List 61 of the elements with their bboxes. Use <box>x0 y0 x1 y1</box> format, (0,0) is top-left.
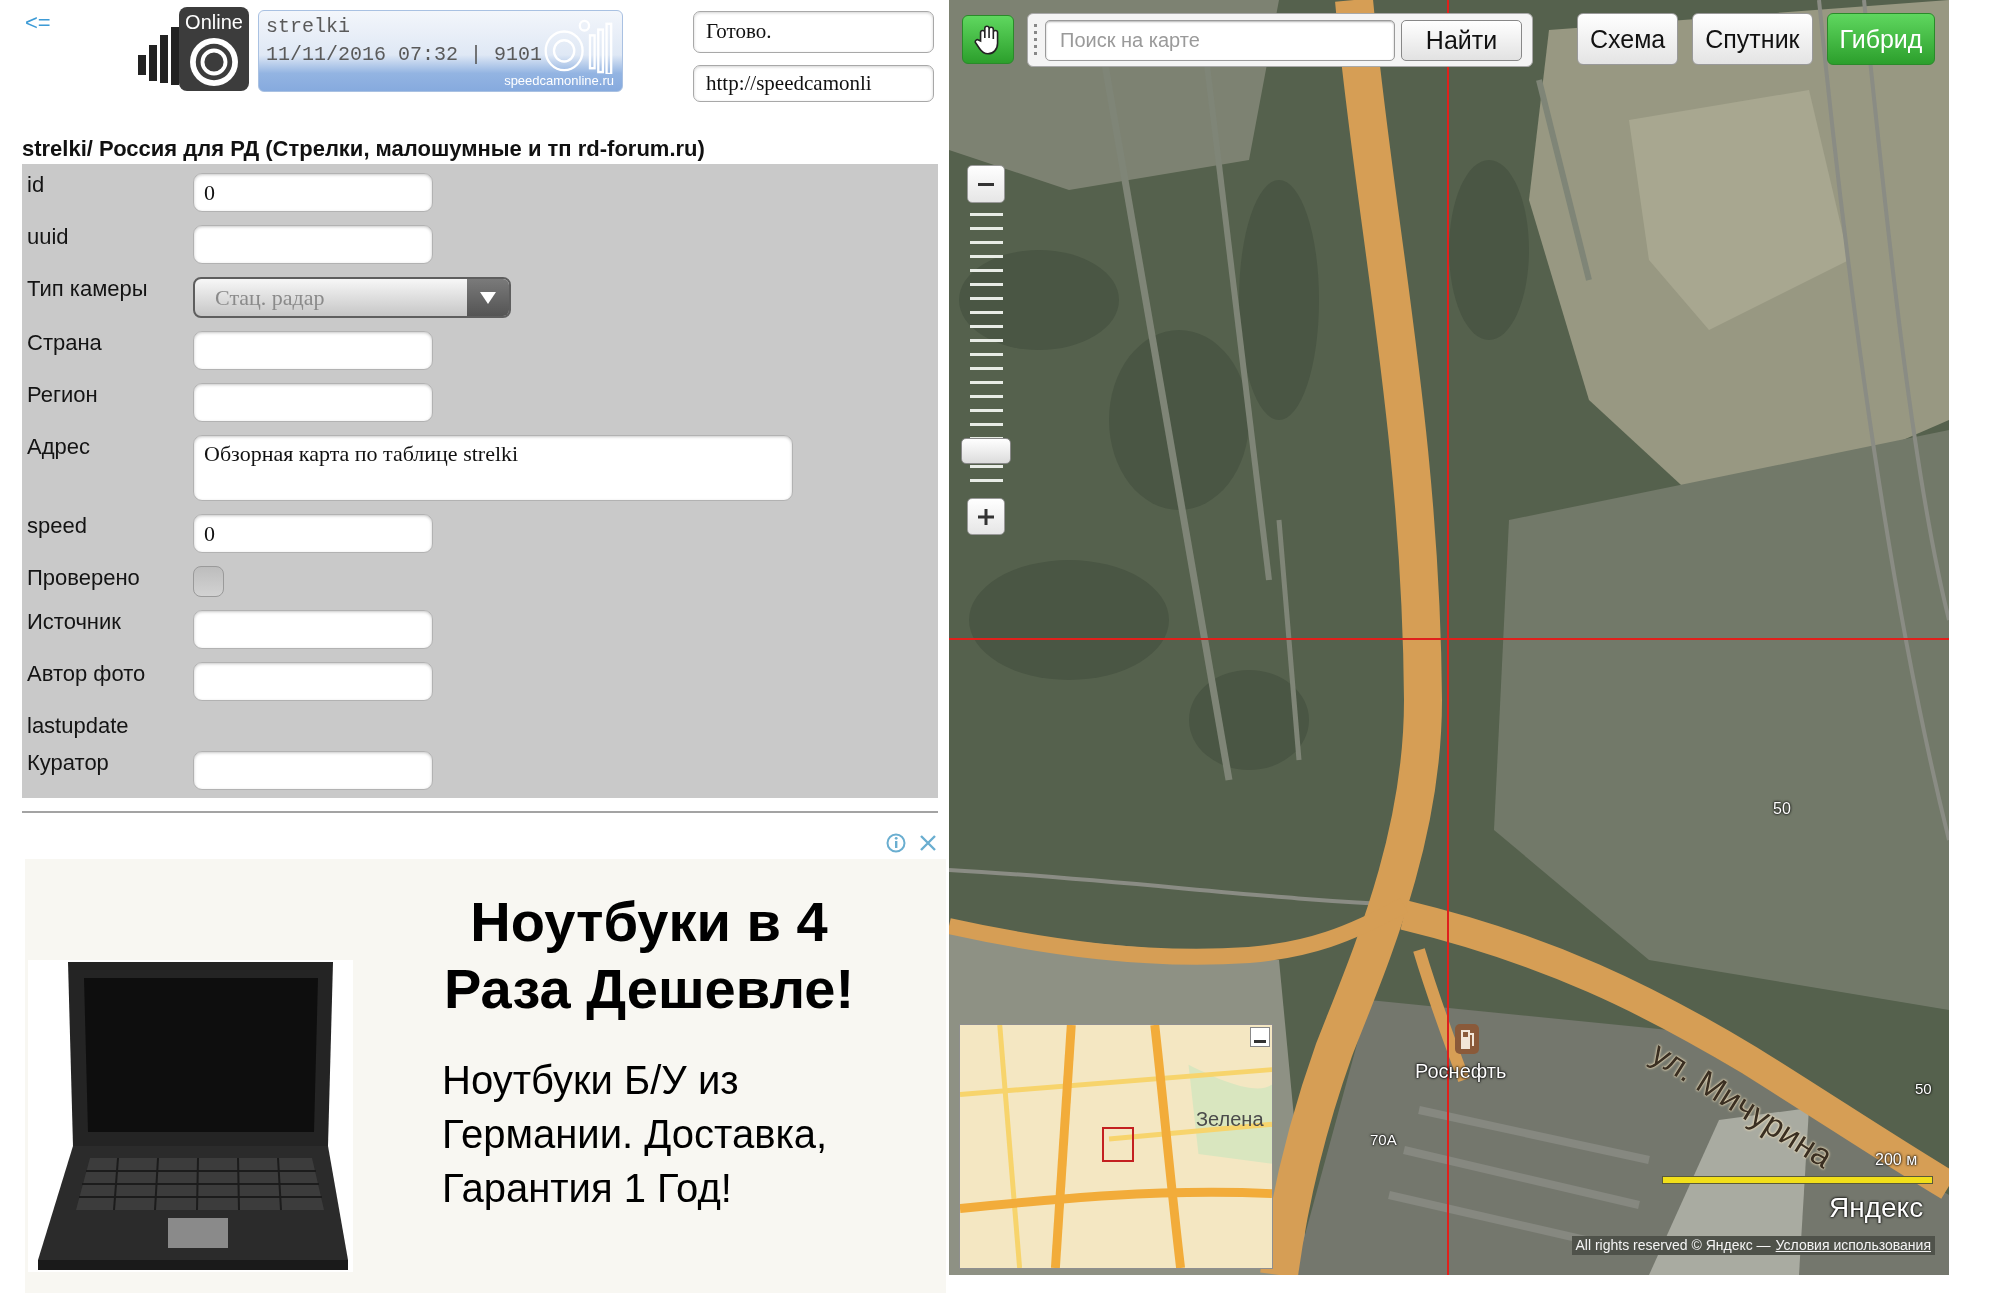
textarea-field[interactable]: Обзорная карта по таблице strelki <box>193 435 793 501</box>
house-number: 50 <box>1915 1080 1932 1098</box>
status-output: Готово. <box>693 11 934 53</box>
zoom-out-button[interactable] <box>967 165 1005 203</box>
plus-icon <box>978 508 994 525</box>
lens-icon <box>190 38 238 86</box>
field-label: Куратор <box>27 751 109 777</box>
field-label: Регион <box>27 383 98 409</box>
viewport-marker <box>1102 1127 1134 1162</box>
field-label: uuid <box>27 225 69 251</box>
field-label: Проверено <box>27 566 140 592</box>
minimize-button[interactable] <box>1250 1027 1270 1047</box>
url-field[interactable]: http://speedcamonli <box>693 65 934 102</box>
ad-text: Ноутбуки Б/У из Германии. Доставка, Гарантия 1 Год! <box>442 1057 829 1212</box>
map-type-button[interactable]: Спутник <box>1692 13 1813 65</box>
input-field[interactable] <box>193 331 433 370</box>
checkbox[interactable] <box>193 566 224 597</box>
input-field[interactable] <box>193 662 433 701</box>
field-label: Страна <box>27 331 102 357</box>
scale-label: 200 м <box>1875 1150 1918 1170</box>
camera-name: strelki <box>266 16 351 38</box>
house-number: 50 <box>1773 800 1791 818</box>
ad-headline: Ноутбуки в 4 Раза Дешевле! <box>442 889 856 1022</box>
map-type-button[interactable]: Схема <box>1577 13 1679 65</box>
zoom-slider-thumb[interactable] <box>961 437 1011 464</box>
site-caption: speedcamonline.ru <box>504 73 614 88</box>
camera-icon <box>542 18 614 74</box>
input-field[interactable] <box>193 610 433 649</box>
overview-map[interactable]: Зелена <box>959 1024 1273 1269</box>
terms-link[interactable]: Условия использования <box>1775 1237 1931 1254</box>
minimize-icon <box>1254 1040 1266 1043</box>
minus-icon <box>978 182 994 186</box>
field-label: Адрес <box>27 435 90 461</box>
map-logo: Яндекс <box>1829 1192 1924 1224</box>
house-number: 70А <box>1370 1131 1397 1149</box>
caret-icon <box>480 291 496 304</box>
camera-details: 11/11/2016 07:32 | 9101 <box>266 44 543 66</box>
place-label: Зелена <box>1196 1107 1264 1131</box>
info-icon[interactable] <box>886 833 906 853</box>
input-field[interactable] <box>193 751 433 790</box>
field-label: speed <box>27 514 87 540</box>
input-field[interactable]: 0 <box>193 514 433 553</box>
search-button[interactable]: Найти <box>1401 19 1522 61</box>
drag-tool-button[interactable] <box>962 15 1014 64</box>
field-label: lastupdate <box>27 714 129 738</box>
field-label: Источник <box>27 610 121 636</box>
input-field[interactable]: 0 <box>193 173 433 212</box>
grip-icon <box>1032 22 1040 58</box>
close-icon[interactable] <box>918 833 938 853</box>
ad-banner[interactable]: Ноутбуки в 4 Раза Дешевле! Ноутбуки Б/У из Германии. Доставка, Гарантия 1 Год! <box>25 859 946 1293</box>
input-field[interactable] <box>193 383 433 422</box>
stripes-icon <box>138 27 179 85</box>
zoom-in-button[interactable] <box>967 498 1005 535</box>
field-label: Автор фото <box>27 662 146 688</box>
fuel-pump-icon <box>1455 1024 1479 1054</box>
input-field[interactable] <box>193 225 433 264</box>
copyright-text: All rights reserved © Яндекс — <box>1575 1237 1771 1254</box>
field-label: Тип камеры <box>27 277 148 303</box>
page-title: strelki/ Россия для РД (Стрелки, малошумные и тп rd-forum.ru) <box>22 136 706 162</box>
field-label: id <box>27 173 45 199</box>
logo-text: Online <box>185 10 243 34</box>
